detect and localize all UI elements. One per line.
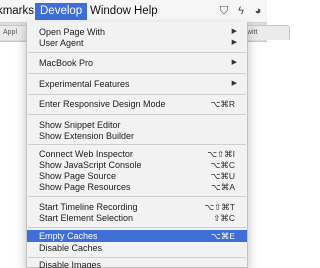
menu-separator <box>28 227 246 228</box>
status-circle-icon[interactable]: ◕ <box>252 5 264 17</box>
menu-item-label: Show Page Resources <box>39 182 131 192</box>
menu-bar: kmarks Develop Window Help ⛉ ϟ ◕ <box>0 0 267 23</box>
menu-separator <box>28 144 246 145</box>
menu-item-label: Empty Caches <box>39 231 98 241</box>
menu-item-show-page-resources[interactable]: Show Page Resources ⌥⌘A <box>27 181 247 193</box>
menu-item-disable-caches[interactable]: Disable Caches <box>27 242 247 254</box>
menu-item-label: MacBook Pro <box>39 58 94 68</box>
menu-window[interactable]: Window <box>90 4 131 19</box>
menu-bookmarks[interactable]: kmarks <box>0 4 34 19</box>
shield-icon[interactable]: ⛉ <box>218 5 230 17</box>
menu-develop[interactable]: Develop <box>35 3 88 20</box>
menu-separator <box>28 196 246 197</box>
menu-separator <box>28 257 246 258</box>
lightning-icon[interactable]: ϟ <box>235 5 247 17</box>
menu-item-disable-images[interactable]: Disable Images <box>27 260 247 268</box>
menu-separator <box>28 94 246 95</box>
menu-separator <box>28 114 246 115</box>
menu-separator <box>28 52 246 53</box>
menu-separator <box>28 73 246 74</box>
menu-item-shortcut: ⌥⌘E <box>211 231 235 241</box>
develop-dropdown-menu: Open Page With ▶ User Agent ▶ MacBook Pr… <box>26 22 248 268</box>
menu-item-experimental-features[interactable]: Experimental Features ▶ <box>27 78 247 90</box>
submenu-arrow-icon: ▶ <box>231 80 237 87</box>
submenu-arrow-icon: ▶ <box>231 59 237 66</box>
menu-item-shortcut: ⌥⌘R <box>210 99 235 109</box>
menu-item-label: Show Extension Builder <box>39 131 135 141</box>
menu-item-label: Disable Images <box>39 260 102 268</box>
menu-item-label: User Agent <box>39 38 84 48</box>
menu-item-responsive-design-mode[interactable]: Enter Responsive Design Mode ⌥⌘R <box>27 98 247 110</box>
menu-item-shortcut: ⌥⌘A <box>211 182 235 192</box>
menu-item-label: Start Element Selection <box>39 213 134 223</box>
menu-item-label: Enter Responsive Design Mode <box>39 99 166 109</box>
menu-item-empty-caches[interactable]: Empty Caches ⌥⌘E <box>27 230 247 242</box>
submenu-arrow-icon: ▶ <box>231 39 237 46</box>
menu-item-label: Experimental Features <box>39 79 130 89</box>
menu-item-start-element-selection[interactable]: Start Element Selection ⇧⌘C <box>27 212 247 224</box>
menu-item-show-extension-builder[interactable]: Show Extension Builder <box>27 130 247 142</box>
menu-help[interactable]: Help <box>134 4 158 19</box>
menu-item-user-agent[interactable]: User Agent ▶ <box>27 37 247 49</box>
menu-item-macbook-pro[interactable]: MacBook Pro ▶ <box>27 57 247 69</box>
menu-item-label: Disable Caches <box>39 243 103 253</box>
menu-item-shortcut: ⇧⌘C <box>213 213 235 223</box>
